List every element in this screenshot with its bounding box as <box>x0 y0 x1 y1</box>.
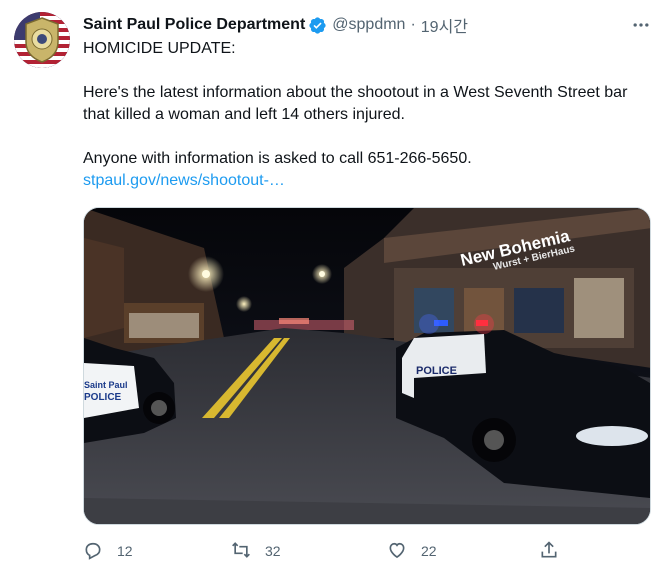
tweet-line-2: Here's the latest information about the … <box>83 84 628 123</box>
right-car-text: POLICE <box>416 365 457 377</box>
avatar[interactable] <box>14 12 70 68</box>
separator-dot: · <box>410 16 416 33</box>
retweet-count: 32 <box>265 543 281 559</box>
like-count: 22 <box>421 543 437 559</box>
reply-count: 12 <box>117 543 133 559</box>
tweet-photo[interactable]: New Bohemia Wurst + BierHaus Saint Paul … <box>83 207 651 525</box>
tweet-card[interactable]: Saint Paul Police Department @sppdmn · 1… <box>0 0 668 576</box>
tweet-line-1: HOMICIDE UPDATE: <box>83 40 236 57</box>
author-handle[interactable]: @sppdmn <box>332 16 405 34</box>
retweet-button[interactable]: 32 <box>231 538 281 564</box>
like-button[interactable]: 22 <box>387 538 437 564</box>
share-button[interactable] <box>539 538 559 564</box>
tweet-link[interactable]: stpaul.gov/news/shootout-… <box>83 172 285 189</box>
author-name[interactable]: Saint Paul Police Department <box>83 16 305 34</box>
left-car-text: Saint Paul <box>84 380 128 390</box>
tweet-line-3: Anyone with information is asked to call… <box>83 150 472 167</box>
tweet-text: HOMICIDE UPDATE: Here's the latest infor… <box>83 38 653 192</box>
reply-button[interactable]: 12 <box>83 538 133 564</box>
police-badge-logo <box>14 12 70 68</box>
like-icon <box>387 540 407 563</box>
more-icon[interactable] <box>628 14 654 36</box>
tweet-actions: 12 32 22 <box>83 538 643 564</box>
street-scene-photo: New Bohemia Wurst + BierHaus Saint Paul … <box>84 208 650 524</box>
verified-badge-icon <box>308 16 327 35</box>
reply-icon <box>83 540 103 563</box>
share-icon <box>539 540 559 563</box>
retweet-icon <box>231 540 251 563</box>
left-car-text-2: POLICE <box>84 392 122 403</box>
tweet-header: Saint Paul Police Department @sppdmn · 1… <box>83 14 468 36</box>
timestamp[interactable]: 19시간 <box>421 13 468 37</box>
